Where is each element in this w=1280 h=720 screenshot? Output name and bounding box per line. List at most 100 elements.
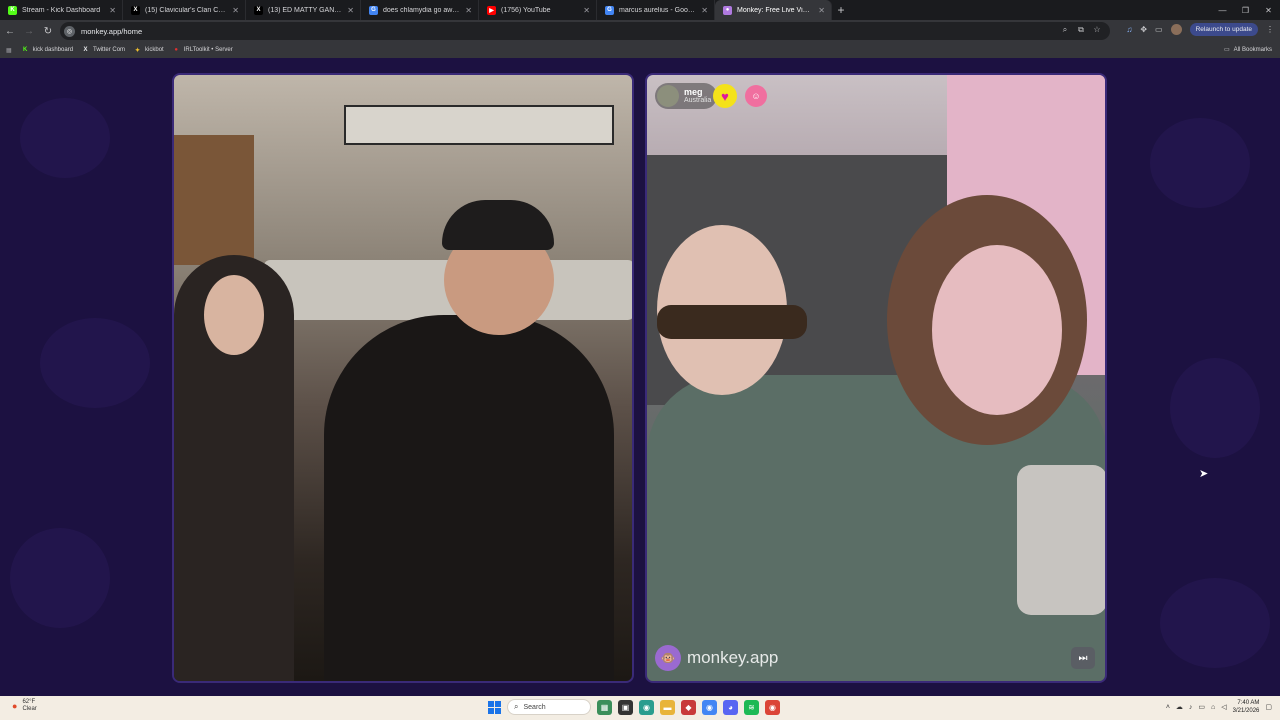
remote-username: meg [684, 87, 703, 97]
address-bar[interactable]: ◎ monkey.app/home ⌕ ⧉ ☆ [60, 22, 1110, 40]
browser-tab[interactable]: ▶ (1756) YouTube ✕ [479, 0, 597, 20]
tab-title: Stream - Kick Dashboard [22, 6, 101, 14]
extensions-icon[interactable]: ✥ [1140, 25, 1147, 34]
install-icon[interactable]: ⧉ [1076, 25, 1086, 35]
kickbot-icon: ✦ [135, 47, 141, 54]
bookmark-irltoolkit[interactable]: ● IRLToolkit • Server [173, 47, 232, 54]
tab-title: (1756) YouTube [501, 6, 551, 14]
browser-tab[interactable]: ● Monkey: Free Live Video Ch ✕ [715, 0, 832, 20]
widgets-icon[interactable]: ▦ [597, 699, 612, 715]
notification-icon[interactable]: ▢ [1265, 703, 1272, 711]
tab-strip: K Stream - Kick Dashboard ✕ X (15) Clavicula… [0, 0, 1280, 20]
close-tab-icon[interactable]: ✕ [232, 6, 239, 15]
monkey-icon: ● [723, 5, 732, 15]
taskbar-apps: ⌕ Search ▦ ▣ ◉ ▬ ◆ ◉ ◕ ≋ ◉ [488, 699, 780, 715]
mic-icon[interactable]: ♪ [1189, 704, 1193, 711]
youtube-icon: ▶ [487, 5, 496, 15]
close-window-button[interactable]: ✕ [1257, 0, 1280, 20]
chrome-canary-icon[interactable]: ◉ [639, 699, 654, 715]
person-center [324, 315, 614, 681]
spotify-icon[interactable]: ≋ [744, 699, 759, 715]
menu-icon[interactable]: ⋮ [1266, 25, 1274, 34]
kick-icon: K [23, 47, 28, 53]
close-tab-icon[interactable]: ✕ [701, 6, 708, 15]
display-icon[interactable]: ▭ [1198, 703, 1205, 711]
x-icon: X [254, 5, 263, 15]
back-icon[interactable]: ← [1, 22, 19, 40]
bookmark-kick-dashboard[interactable]: K kick dashboard [22, 47, 73, 54]
relaunch-button[interactable]: Relaunch to update [1189, 23, 1258, 36]
network-icon[interactable]: ⌂ [1211, 704, 1215, 711]
weather-widget[interactable]: ● 62°F Clear [12, 699, 37, 713]
black-cap [442, 200, 554, 250]
google-icon: G [605, 5, 614, 15]
heart-icon[interactable]: ♥ [713, 84, 737, 108]
clock[interactable]: 7:40 AM 3/21/2026 [1233, 699, 1260, 715]
chrome-icon[interactable]: ◉ [702, 699, 717, 715]
system-tray: ˄ ☁ ♪ ▭ ⌂ ◁ 7:40 AM 3/21/2026 ▢ [1166, 699, 1272, 715]
close-tab-icon[interactable]: ✕ [109, 6, 116, 15]
background-decoration [10, 528, 110, 628]
remote-video-feed: meg Australia ♥ ☺ 🐵 monkey.app ⏭ [645, 73, 1107, 683]
sunglasses [657, 305, 807, 339]
browser-tab[interactable]: Gmarcus aurelius - Google Sear ✕ [597, 0, 715, 20]
local-video-feed [172, 73, 634, 683]
close-tab-icon[interactable]: ✕ [465, 6, 472, 15]
app-red-icon[interactable]: ◆ [681, 699, 696, 715]
volume-icon[interactable]: ◁ [1221, 703, 1226, 711]
new-tab-button[interactable]: + [832, 0, 850, 20]
monkey-watermark: 🐵 monkey.app [655, 645, 778, 671]
kick-icon: K [8, 5, 17, 15]
close-tab-icon[interactable]: ✕ [583, 6, 590, 15]
minimize-button[interactable]: — [1211, 0, 1234, 20]
media-icon[interactable]: ♫ [1126, 25, 1132, 34]
browser-tab[interactable]: X (15) Clavicular's Clan Commun ✕ [123, 0, 246, 20]
browser-tab[interactable]: Gdoes chlamydia go away - Goo ✕ [361, 0, 479, 20]
date-text: 3/21/2026 [1232, 708, 1260, 714]
start-button[interactable] [488, 700, 501, 714]
browser-chrome: K Stream - Kick Dashboard ✕ X (15) Clavicula… [0, 0, 1280, 58]
close-tab-icon[interactable]: ✕ [347, 6, 354, 15]
onedrive-icon[interactable]: ☁ [1176, 703, 1183, 711]
weather-temp: 62°F [22, 699, 36, 705]
search-icon: ⌕ [514, 702, 519, 711]
chrome-active-icon[interactable]: ◉ [765, 699, 780, 715]
x-icon: X [131, 5, 140, 15]
maximize-button[interactable]: ❐ [1234, 0, 1257, 20]
bookmark-kickbot[interactable]: ✦ kickbot [134, 47, 164, 54]
taskbar-search[interactable]: ⌕ Search [507, 699, 591, 715]
wood-cabinet [174, 135, 254, 265]
split-view-icon[interactable]: ▭ [1155, 25, 1163, 34]
tab-title: marcus aurelius - Google Sear [619, 6, 696, 14]
tab-title: (13) ED MATTY GANG Commun [268, 6, 341, 14]
zoom-icon[interactable]: ⌕ [1060, 25, 1070, 35]
taskview-icon[interactable]: ▣ [618, 699, 633, 715]
profile-avatar[interactable] [1170, 24, 1182, 35]
discord-icon[interactable]: ◕ [723, 699, 738, 715]
browser-tab[interactable]: K Stream - Kick Dashboard ✕ [0, 0, 123, 20]
tab-title: (15) Clavicular's Clan Commun [145, 6, 226, 14]
tab-title: does chlamydia go away - Goo [383, 6, 460, 14]
forward-icon[interactable]: → [20, 22, 38, 40]
skip-icon[interactable]: ⏭ [1071, 647, 1095, 669]
remote-user-badge[interactable]: meg Australia [655, 83, 718, 109]
irltoolkit-icon: ● [174, 47, 179, 53]
bookmark-star-icon[interactable]: ☆ [1092, 25, 1102, 35]
monkey-page: meg Australia ♥ ☺ 🐵 monkey.app ⏭ ➤ [0, 58, 1280, 696]
apps-grid-icon[interactable]: ▦ [6, 47, 12, 54]
emoji-reaction-icon[interactable]: ☺ [745, 85, 767, 107]
file-explorer-icon[interactable]: ▬ [660, 699, 675, 715]
monkey-logo-icon: 🐵 [655, 645, 681, 671]
close-tab-icon[interactable]: ✕ [818, 6, 825, 15]
tab-title: Monkey: Free Live Video Ch [737, 6, 812, 14]
all-bookmarks-button[interactable]: ▭ All Bookmarks [1224, 46, 1272, 54]
url-text[interactable]: monkey.app/home [81, 27, 142, 36]
chevron-up-icon[interactable]: ˄ [1166, 704, 1170, 711]
reload-icon[interactable]: ↻ [39, 22, 57, 40]
background-decoration [40, 318, 150, 408]
site-info-icon[interactable]: ◎ [64, 25, 75, 37]
browser-tab[interactable]: X (13) ED MATTY GANG Commun ✕ [246, 0, 361, 20]
bookmark-twitter[interactable]: X Twitter Com [82, 47, 126, 54]
remote-country: Australia [684, 97, 712, 104]
background-decoration [1170, 358, 1260, 458]
